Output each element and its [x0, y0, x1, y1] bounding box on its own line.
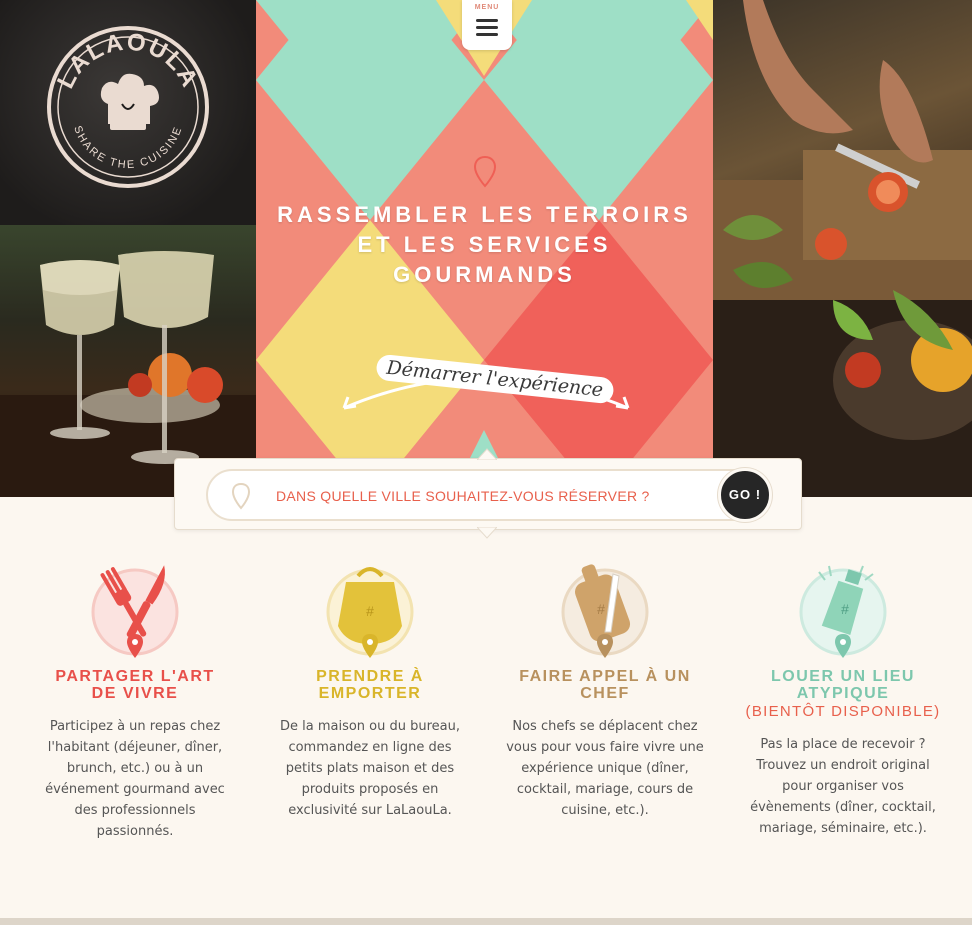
lalaoula-logo[interactable]: LALAOULA SHARE THE CUISINE: [0, 0, 256, 225]
location-pin-icon: [231, 482, 251, 510]
menu-label: MENU: [474, 4, 500, 11]
feature-description: Participez à un repas chez l'habitant (d…: [45, 719, 225, 839]
city-search-input[interactable]: [274, 471, 708, 521]
feature-title-line: PARTAGER L'ART: [55, 668, 215, 685]
feature-description: Pas la place de recevoir ? Trouvez un en…: [750, 737, 936, 836]
feature-chef: # FAIRE APPEL À UN CHEF Nos chefs se dép…: [495, 556, 715, 821]
hero-title: RASSEMBLER LES TERROIRS ET LES SERVICES …: [256, 200, 713, 290]
feature-title-line: ATYPIQUE: [796, 685, 890, 702]
footer-divider: [0, 918, 972, 925]
feature-venue: # LOUER UN LIEU ATYPIQUE (BIENTÔT DISPON…: [733, 556, 953, 839]
chef-cutting-image: [713, 0, 972, 497]
svg-text:#: #: [597, 601, 605, 617]
kitchen-photo: [713, 0, 972, 497]
knife-board-icon: #: [555, 556, 655, 668]
hero-title-line: RASSEMBLER LES TERROIRS: [277, 202, 692, 227]
go-button[interactable]: GO !: [718, 468, 772, 522]
feature-title-line: EMPORTER: [318, 685, 422, 702]
chef-hat-icon: [100, 73, 159, 130]
location-pin-icon: [473, 155, 497, 188]
coming-soon-label: (BIENTÔT DISPONIBLE): [745, 703, 941, 720]
bottle-icon: #: [793, 556, 893, 668]
feature-title-line: LOUER UN LIEU: [771, 668, 915, 685]
hero-title-line: GOURMANDS: [393, 262, 576, 287]
feature-title: PRENDRE À EMPORTER: [260, 668, 480, 702]
wine-photo: [0, 225, 256, 497]
feature-title-line: DE VIVRE: [91, 685, 179, 702]
panel-notch-top: [477, 448, 497, 460]
feature-title-line: CHEF: [580, 685, 630, 702]
feature-title: PARTAGER L'ART DE VIVRE: [25, 668, 245, 702]
city-search-panel: GO !: [174, 448, 802, 539]
feature-description: Nos chefs se déplacent chez vous pour vo…: [506, 719, 704, 818]
wine-glasses-image: [0, 251, 256, 497]
svg-text:#: #: [841, 601, 849, 617]
cutlery-icon: [85, 556, 185, 668]
bag-icon: #: [320, 556, 420, 668]
feature-share: PARTAGER L'ART DE VIVRE Participez à un …: [25, 556, 245, 842]
feature-title: LOUER UN LIEU ATYPIQUE: [733, 668, 953, 702]
start-experience-cta[interactable]: Démarrer l'expérience: [338, 352, 634, 427]
menu-button[interactable]: MENU: [462, 0, 512, 50]
feature-title-line: FAIRE APPEL À UN: [519, 668, 691, 685]
svg-text:#: #: [366, 603, 374, 619]
hero-title-line: ET LES SERVICES: [357, 232, 612, 257]
feature-takeaway: # PRENDRE À EMPORTER De la maison ou du …: [260, 556, 480, 821]
feature-title-line: PRENDRE À: [316, 668, 424, 685]
feature-title: FAIRE APPEL À UN CHEF: [495, 668, 715, 702]
panel-notch-bottom: [477, 527, 497, 539]
logo-tile: LALAOULA SHARE THE CUISINE: [0, 0, 256, 225]
city-search-box: [206, 469, 770, 521]
hero-section: LALAOULA SHARE THE CUISINE RASSEMBLER LE…: [0, 0, 972, 497]
feature-description: De la maison ou du bureau, commandez en …: [279, 719, 461, 818]
